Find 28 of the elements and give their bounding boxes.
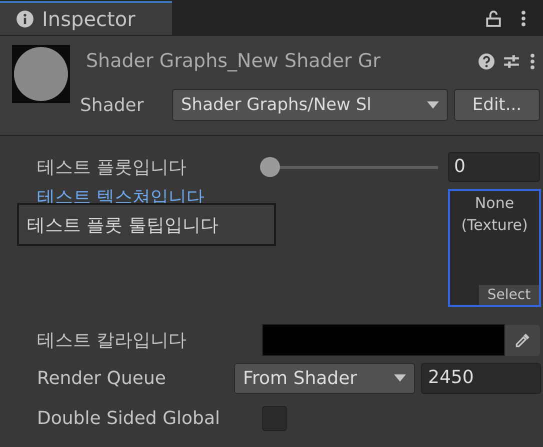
eyedropper-icon[interactable] <box>505 324 540 356</box>
number-field[interactable]: 2450 <box>421 362 541 394</box>
property-label: Render Queue <box>37 368 167 388</box>
shader-dropdown[interactable]: Shader Graphs/New Sl <box>172 89 448 121</box>
property-label: 테스트 플롯입니다 <box>37 156 188 179</box>
more-icon[interactable] <box>521 10 526 26</box>
color-field[interactable] <box>262 324 505 356</box>
material-preview <box>12 45 70 103</box>
info-icon <box>16 10 34 28</box>
slider-handle[interactable] <box>260 157 280 177</box>
tooltip: 테스트 플롯 툴팁입니다 <box>17 203 276 246</box>
property-label: 테스트 칼라입니다 <box>37 329 188 352</box>
shader-label: Shader <box>80 94 145 116</box>
texture-slot[interactable]: None (Texture) Select <box>448 189 541 307</box>
caret-icon <box>394 374 406 382</box>
select-button[interactable]: Select <box>479 285 539 305</box>
inspector-tab[interactable]: Inspector <box>0 1 172 35</box>
settings-icon[interactable] <box>503 52 520 70</box>
help-icon[interactable] <box>478 52 495 70</box>
texture-placeholder: None (Texture) <box>461 193 528 236</box>
material-title: Shader Graphs_New Shader Gr <box>86 50 382 72</box>
lock-icon[interactable] <box>486 10 501 26</box>
more-icon[interactable] <box>530 52 535 70</box>
property-label: Double Sided Global <box>37 408 221 428</box>
edit-button[interactable]: Edit... <box>454 89 540 121</box>
render-queue-dropdown[interactable]: From Shader <box>234 362 415 394</box>
caret-icon <box>427 101 439 109</box>
number-field[interactable]: 0 <box>448 152 540 182</box>
